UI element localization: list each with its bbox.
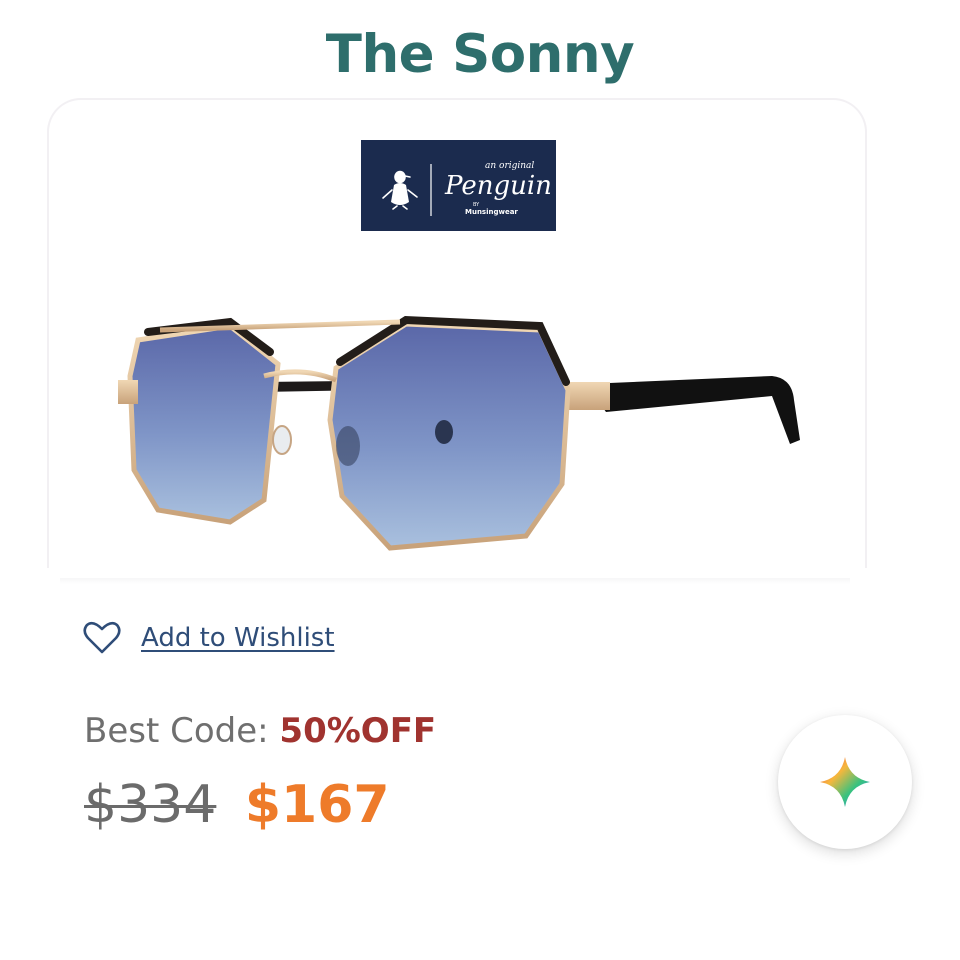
brand-name: Penguin [444, 171, 552, 201]
sale-price: $167 [244, 775, 390, 835]
best-code-line: Best Code: 50%OFF [84, 708, 436, 754]
heart-outline-icon[interactable] [83, 620, 121, 656]
sparkle-icon [820, 757, 870, 807]
product-title: The Sonny [325, 24, 635, 85]
brand-tagline: an original [485, 161, 534, 171]
product-image [110, 300, 810, 560]
ai-assistant-button[interactable] [778, 715, 912, 849]
penguin-icon [382, 170, 418, 210]
card-divider [60, 578, 850, 584]
brand-logo: an original Penguin BY Munsingwear [361, 140, 556, 231]
best-code-label: Best Code: [84, 711, 280, 751]
promo-code[interactable]: 50%OFF [279, 711, 436, 751]
brand-subname: Munsingwear [465, 208, 518, 216]
add-to-wishlist-link[interactable]: Add to Wishlist [141, 623, 335, 653]
original-price: $334 [84, 775, 217, 835]
price-row: $334 $167 [84, 770, 390, 840]
add-to-wishlist[interactable]: Add to Wishlist [83, 616, 335, 660]
